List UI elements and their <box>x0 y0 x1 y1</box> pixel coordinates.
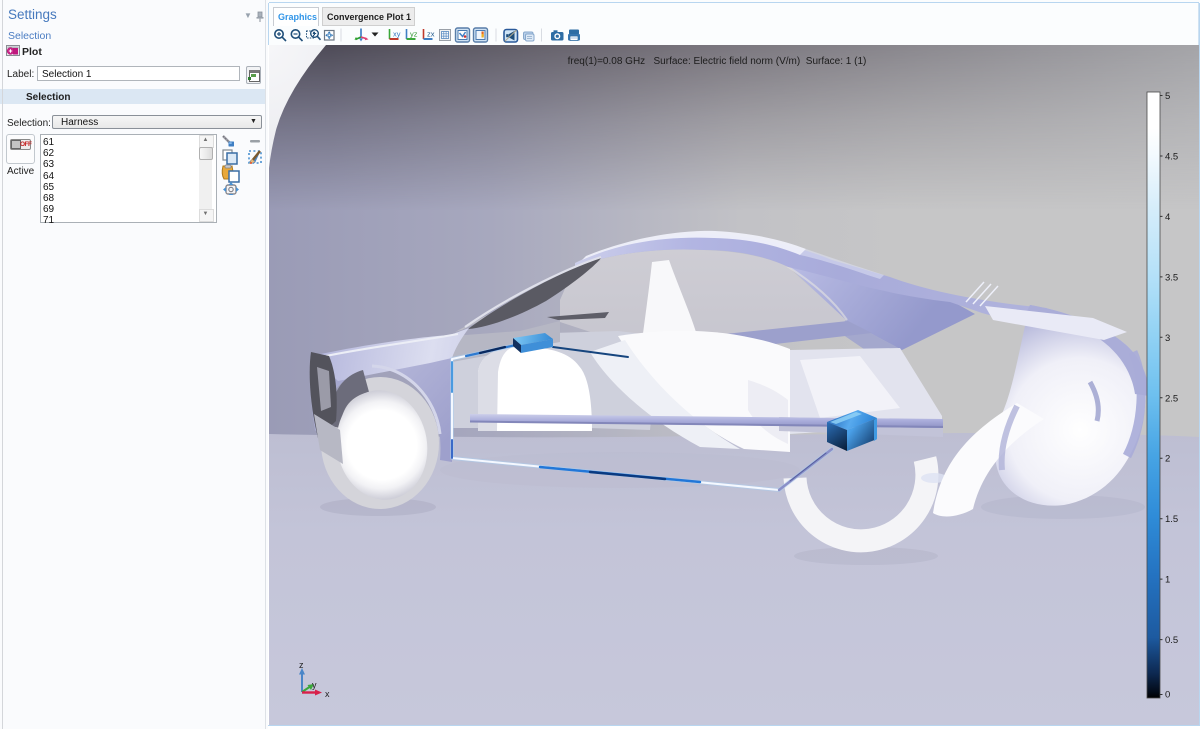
svg-text:x: x <box>325 689 330 699</box>
svg-text:4.5: 4.5 <box>1165 152 1178 163</box>
svg-text:0: 0 <box>1165 690 1170 701</box>
svg-text:2.5: 2.5 <box>1165 393 1178 404</box>
svg-text:1: 1 <box>1165 575 1170 586</box>
svg-text:xy: xy <box>393 30 401 39</box>
svg-text:3: 3 <box>1165 333 1170 344</box>
svg-text:y: y <box>312 680 317 690</box>
svg-text:3.5: 3.5 <box>1165 272 1178 283</box>
svg-text:1.5: 1.5 <box>1165 514 1178 525</box>
svg-text:4: 4 <box>1165 212 1170 223</box>
svg-text:z: z <box>299 660 304 670</box>
svg-text:zx: zx <box>427 30 435 39</box>
svg-text:0.5: 0.5 <box>1165 635 1178 646</box>
svg-text:freq(1)=0.08 GHz Surface: El: freq(1)=0.08 GHz Surface: Electric field… <box>568 56 867 67</box>
svg-text:2: 2 <box>1165 454 1170 465</box>
svg-text:5: 5 <box>1165 91 1170 102</box>
svg-text:yz: yz <box>410 30 418 39</box>
